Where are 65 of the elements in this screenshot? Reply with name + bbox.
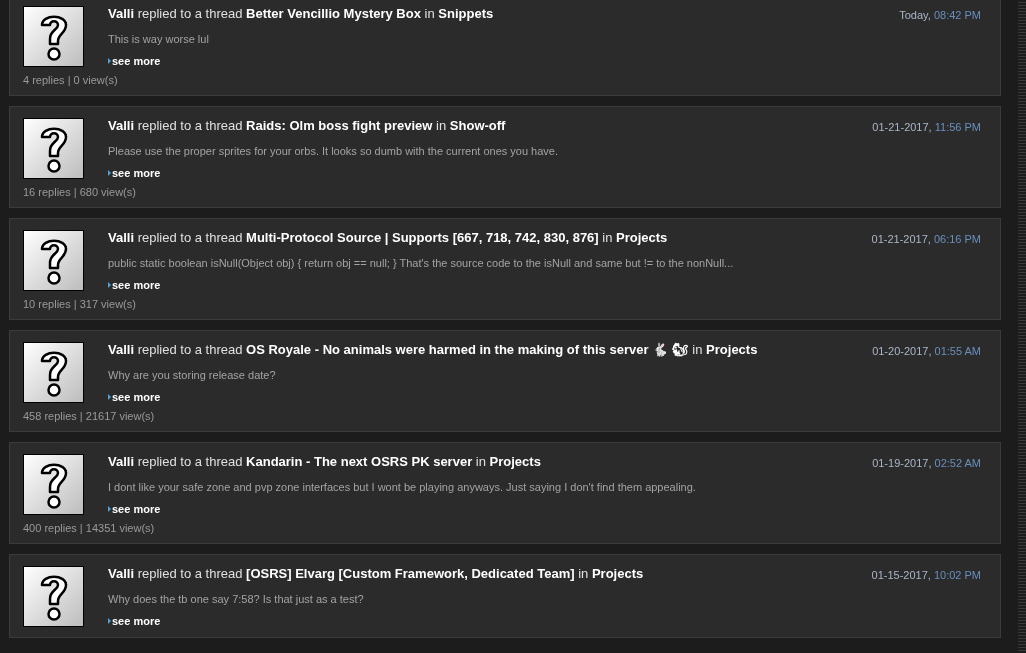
thread-stats: 4 replies | 0 view(s) bbox=[23, 72, 119, 88]
user-link[interactable]: Valli bbox=[108, 6, 135, 21]
thread-link[interactable]: Multi-Protocol Source | Supports [667, 718, 742, 830, 876] bbox=[246, 230, 599, 245]
thread-stats: 16 replies | 680 view(s) bbox=[23, 184, 137, 200]
post-date: 01-21-2017, bbox=[872, 121, 932, 133]
post-excerpt: Why are you storing release date? bbox=[108, 367, 277, 383]
thread-link[interactable]: Kandarin - The next OSRS PK server bbox=[246, 454, 473, 469]
post-excerpt: public static boolean isNull(Object obj) { return obj == null; } That's the source code to the isNull and same but != to the nonNull... bbox=[108, 255, 735, 271]
triangle-icon bbox=[108, 170, 111, 177]
see-more-link[interactable]: see more bbox=[108, 53, 161, 70]
post-date: 01-20-2017, bbox=[872, 345, 932, 357]
action-text: replied to a thread bbox=[137, 118, 243, 133]
thread-link[interactable]: OS Royale - No animals were harmed in the making of this server 🐇 🐿 bbox=[246, 342, 689, 357]
user-link[interactable]: Valli bbox=[108, 342, 135, 357]
forum-link[interactable]: Snippets bbox=[438, 6, 494, 21]
triangle-icon bbox=[108, 618, 111, 625]
thread-link[interactable]: Better Vencillio Mystery Box bbox=[246, 6, 421, 21]
forum-link[interactable]: Projects bbox=[591, 566, 644, 581]
triangle-icon bbox=[108, 282, 111, 289]
user-link[interactable]: Valli bbox=[108, 118, 135, 133]
post-time: 10:02 PM bbox=[933, 569, 981, 581]
post-date: Today, bbox=[899, 9, 931, 21]
thread-stats: 458 replies | 21617 view(s) bbox=[23, 408, 156, 424]
triangle-icon bbox=[108, 58, 111, 65]
thread-link[interactable]: Raids: Olm boss fight preview bbox=[246, 118, 433, 133]
see-more-link[interactable]: see more bbox=[108, 501, 161, 518]
user-link[interactable]: Valli bbox=[108, 230, 135, 245]
forum-link[interactable]: Show-off bbox=[449, 118, 506, 133]
post-excerpt: Please use the proper sprites for your orbs. It looks so dumb with the current ones you have. bbox=[108, 143, 559, 159]
post-excerpt: Why does the tb one say 7:58? Is that just as a test? bbox=[108, 591, 365, 607]
action-text: replied to a thread bbox=[137, 342, 243, 357]
post-date: 01-21-2017, bbox=[871, 233, 931, 245]
see-more-link[interactable]: see more bbox=[108, 165, 161, 182]
forum-link[interactable]: Projects bbox=[616, 230, 668, 245]
see-more-link[interactable]: see more bbox=[108, 389, 161, 406]
post-excerpt: I dont like your safe zone and pvp zone interfaces but I wont be playing anyways. Just saying I don't find them appealing. bbox=[108, 479, 697, 495]
post-time: 01:55 AM bbox=[934, 345, 981, 357]
post-date: 01-15-2017, bbox=[871, 569, 931, 581]
action-text: replied to a thread bbox=[137, 230, 243, 245]
user-link[interactable]: Valli bbox=[108, 566, 135, 581]
action-text: replied to a thread bbox=[137, 6, 243, 21]
in-text: in bbox=[424, 6, 435, 21]
post-time: 11:56 PM bbox=[934, 121, 981, 133]
triangle-icon bbox=[108, 506, 111, 513]
user-link[interactable]: Valli bbox=[108, 454, 135, 469]
post-date: 01-19-2017, bbox=[872, 457, 932, 469]
in-text: in bbox=[602, 230, 613, 245]
in-text: in bbox=[436, 118, 447, 133]
post-time: 08:42 PM bbox=[933, 9, 981, 21]
in-text: in bbox=[475, 454, 486, 469]
in-text: in bbox=[692, 342, 703, 357]
see-more-link[interactable]: see more bbox=[108, 277, 161, 294]
post-time: 02:52 AM bbox=[934, 457, 981, 469]
forum-link[interactable]: Projects bbox=[706, 342, 758, 357]
thread-link[interactable]: [OSRS] Elvarg [Custom Framework, Dedicated Team] bbox=[246, 566, 575, 581]
see-more-link[interactable]: see more bbox=[108, 613, 161, 630]
in-text: in bbox=[578, 566, 589, 581]
post-excerpt: This is way worse lul bbox=[108, 31, 210, 47]
triangle-icon bbox=[108, 394, 111, 401]
action-text: replied to a thread bbox=[137, 566, 243, 581]
thread-stats: 10 replies | 317 view(s) bbox=[23, 296, 137, 312]
thread-stats: 400 replies | 14351 view(s) bbox=[23, 520, 156, 536]
forum-link[interactable]: Projects bbox=[489, 454, 541, 469]
post-time: 06:16 PM bbox=[933, 233, 981, 245]
action-text: replied to a thread bbox=[137, 454, 243, 469]
